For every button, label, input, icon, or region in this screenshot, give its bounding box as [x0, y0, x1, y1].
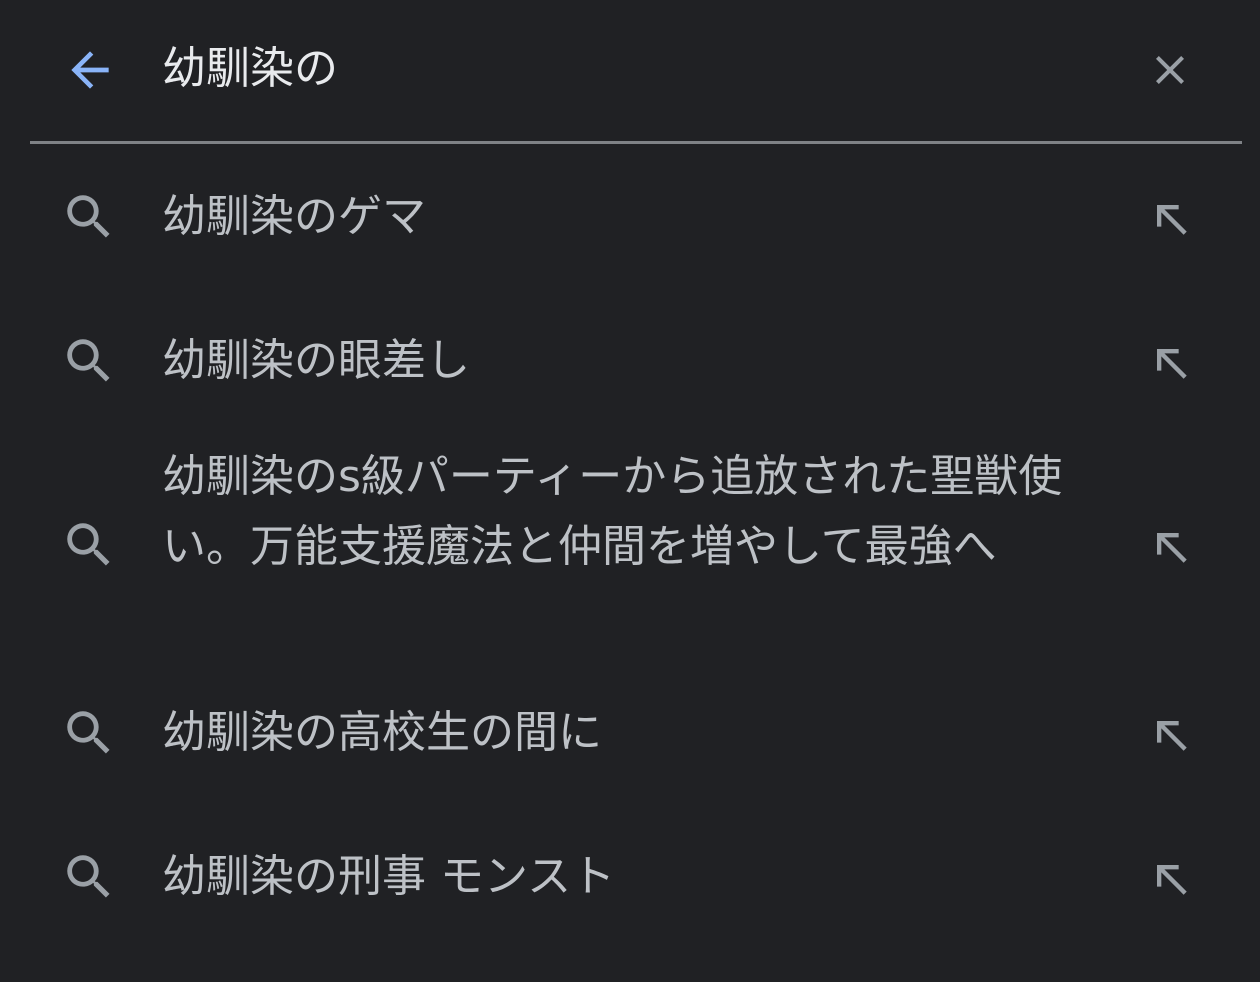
suggestion-item[interactable]: 幼馴染の刑事 モンスト: [0, 840, 1260, 915]
search-input[interactable]: 幼馴染の: [162, 34, 1102, 104]
arrow-up-left-icon[interactable]: [1144, 520, 1196, 572]
suggestion-item[interactable]: 幼馴染のゲマ: [0, 180, 1260, 255]
clear-button[interactable]: [1136, 36, 1204, 104]
suggestion-label: 幼馴染の高校生の間に: [162, 707, 602, 758]
suggestion-item[interactable]: 幼馴染のs級パーティーから追放された聖獣使い。万能支援魔法と仲間を増やして最強へ: [0, 440, 1260, 650]
arrow-up-left-icon[interactable]: [1144, 192, 1196, 244]
search-bar: 幼馴染の: [0, 0, 1260, 142]
arrow-up-left-icon[interactable]: [1144, 336, 1196, 388]
search-page: 幼馴染の 幼馴染のゲマ 幼馴染の眼差し 幼馴染のs級パーティーから追放された聖獣…: [0, 0, 1260, 982]
suggestion-label: 幼馴染のゲマ: [162, 191, 426, 242]
arrow-up-left-icon[interactable]: [1144, 852, 1196, 904]
back-button[interactable]: [54, 36, 126, 104]
search-icon: [67, 195, 110, 238]
suggestion-label: 幼馴染のs級パーティーから追放された聖獣使い。万能支援魔法と仲間を増やして最強へ: [162, 451, 1063, 572]
search-icon: [67, 523, 110, 566]
suggestion-label: 幼馴染の眼差し: [162, 335, 470, 386]
search-divider: [30, 141, 1242, 144]
suggestion-item[interactable]: 幼馴染の眼差し: [0, 324, 1260, 399]
search-icon: [67, 339, 110, 382]
suggestion-label: 幼馴染の刑事 モンスト: [162, 851, 616, 902]
search-icon: [67, 711, 110, 754]
arrow-left-icon: [71, 51, 109, 89]
arrow-up-left-icon[interactable]: [1144, 708, 1196, 760]
search-icon: [67, 855, 110, 898]
close-icon: [1156, 56, 1184, 84]
suggestion-item[interactable]: 幼馴染の高校生の間に: [0, 696, 1260, 771]
